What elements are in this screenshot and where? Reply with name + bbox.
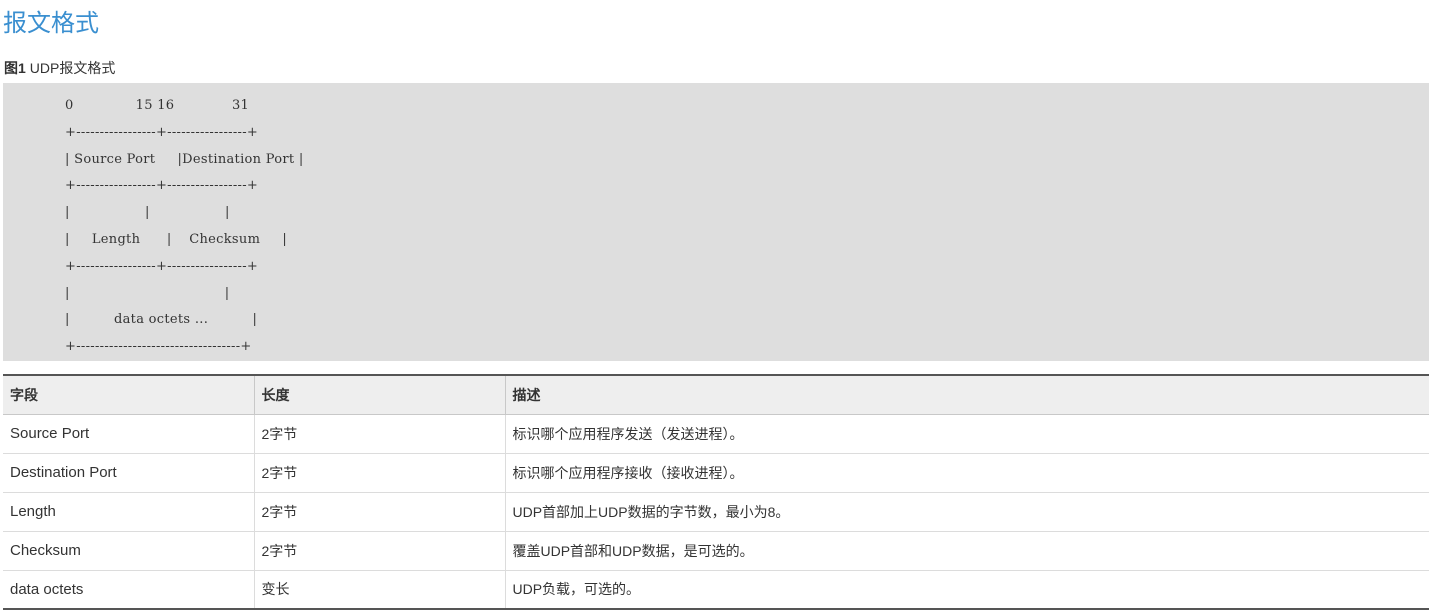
table-row: Checksum 2字节 覆盖UDP首部和UDP数据，是可选的。 [3,531,1429,571]
diagram-line: +-----------------+-----------------+ [65,178,259,194]
diagram-line: +-----------------+-----------------+ [65,124,259,140]
field-description-cell: 标识哪个应用程序发送（发送进程）。 [505,414,1429,454]
field-length-cell: 2字节 [254,414,506,454]
field-length-cell: 2字节 [254,531,506,571]
diagram-line: | Length | Checksum | [65,231,288,247]
figure-caption: 图1 UDP报文格式 [4,58,115,78]
field-description-cell: UDP负载，可选的。 [512,581,641,598]
field-description-cell: UDP首部加上UDP数据的字节数，最小为8。 [505,492,1429,532]
table-row: data octets 变长 UDP负载，可选的。 [3,570,1429,609]
diagram-line: | data octets ... | [65,312,258,328]
field-name-cell: Source Port [3,414,255,454]
diagram-line: +-----------------------------------+ [65,339,252,355]
field-name-cell: Destination Port [3,453,255,493]
diagram-line: +-----------------+-----------------+ [65,258,259,274]
header-description: 描述 [505,375,1429,415]
field-length-cell: 2字节 [254,453,506,493]
field-name-cell: Checksum [3,531,255,571]
field-name-cell: Length [3,492,255,532]
diagram-line: | | | [65,205,230,221]
udp-fields-table: 字段 长度 描述 Source Port 2字节 标识哪个应用程序发送（发送进程… [3,374,1429,610]
field-name-cell: data octets [3,570,255,609]
header-length: 长度 [254,375,506,415]
field-length-cell: 变长 [254,570,506,609]
figure-number: 图1 [4,60,26,76]
diagram-line: | Source Port |Destination Port | [65,151,304,167]
diagram-text: 0 15 16 31 +-----------------+----------… [65,93,304,361]
figure-caption-text: UDP报文格式 [29,60,116,76]
table-header-row: 字段 长度 描述 [3,375,1429,415]
table-row: Source Port 2字节 标识哪个应用程序发送（发送进程）。 [3,414,1429,454]
field-length-cell: 2字节 [254,492,506,532]
table-row: Destination Port 2字节 标识哪个应用程序接收（接收进程）。 [3,453,1429,493]
page-title: 报文格式 [3,10,99,37]
diagram-line: 0 15 16 31 [65,98,250,113]
table-row: Length 2字节 UDP首部加上UDP数据的字节数，最小为8。 [3,492,1429,532]
diagram-line: | | [65,285,230,301]
header-field: 字段 [3,375,255,415]
field-description-cell: 标识哪个应用程序接收（接收进程）。 [505,453,1429,493]
field-description-cell: 覆盖UDP首部和UDP数据，是可选的。 [505,531,1429,571]
udp-header-diagram: 0 15 16 31 +-----------------+----------… [3,83,1429,361]
